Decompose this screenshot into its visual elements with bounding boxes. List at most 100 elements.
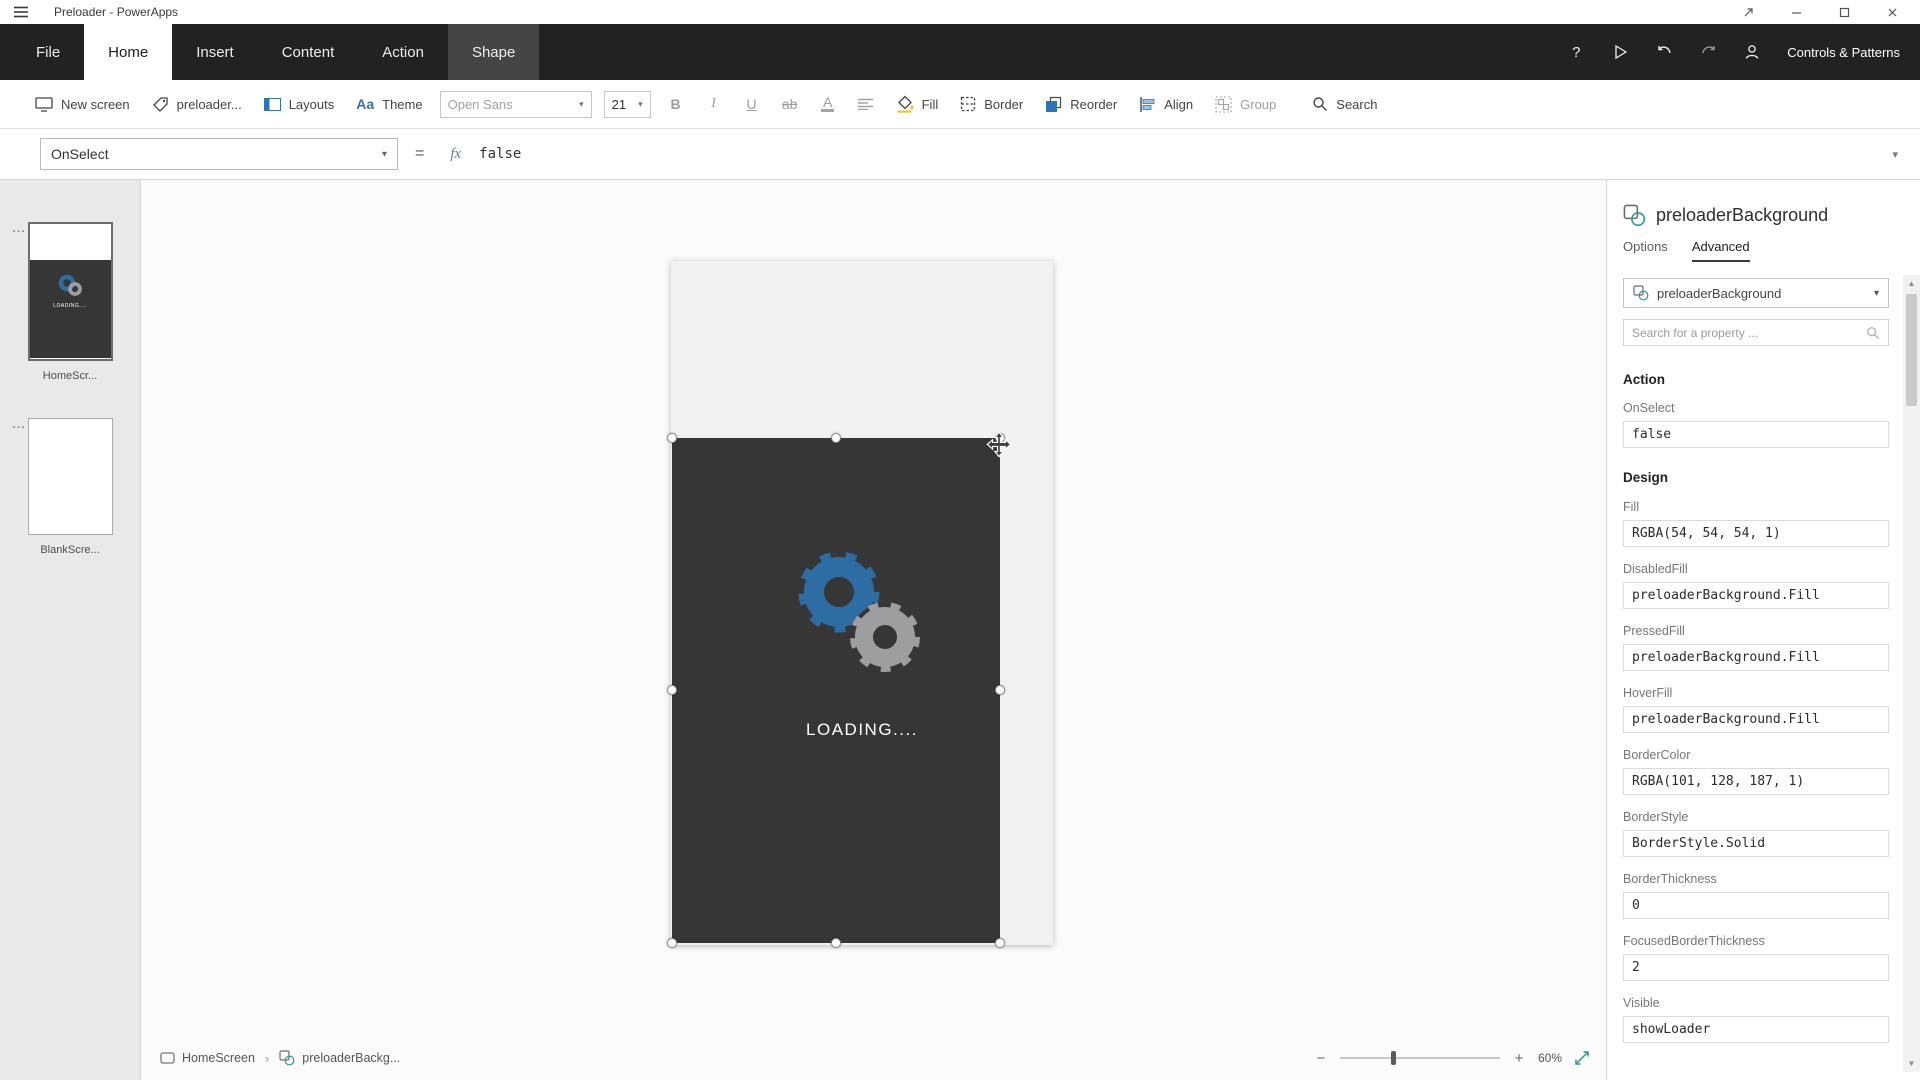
expand-formula-bar-button[interactable]: ▾ [1892, 148, 1898, 161]
scroll-up-button[interactable]: ▲ [1903, 275, 1920, 292]
italic-button[interactable]: I [695, 86, 733, 122]
formula-bar: OnSelect ▾ = fx false ▾ [0, 129, 1920, 180]
tab-advanced[interactable]: Advanced [1692, 239, 1750, 262]
tab-home-label: Home [108, 44, 148, 61]
font-size-select[interactable]: 21 ▾ [604, 91, 651, 118]
scroll-down-button[interactable]: ▼ [1903, 1055, 1920, 1072]
search-icon [1312, 96, 1328, 112]
screen-thumbnail[interactable]: LOADING.... [28, 222, 113, 361]
property-select[interactable]: OnSelect ▾ [40, 138, 398, 170]
property-label: FocusedBorderThickness [1623, 934, 1889, 948]
screen-thumbnail[interactable] [28, 418, 113, 535]
strikethrough-button[interactable]: ab [771, 86, 809, 122]
font-family-select[interactable]: Open Sans ▾ [440, 91, 592, 118]
screen-item-homescreen[interactable]: … LOADING.... HomeScr... [28, 222, 113, 382]
breadcrumb-screen[interactable]: HomeScreen [160, 1051, 255, 1065]
preloader-background-shape[interactable] [672, 438, 1000, 943]
screen-item-blankscreen[interactable]: … BlankScre... [28, 418, 113, 556]
bold-button[interactable]: B [657, 86, 695, 122]
rename-control-button[interactable]: preloader... [141, 86, 253, 122]
layouts-button[interactable]: Layouts [253, 86, 346, 122]
theme-label: Theme [382, 97, 422, 112]
property-label: Visible [1623, 996, 1889, 1010]
breadcrumb-control[interactable]: preloaderBackg... [279, 1050, 400, 1066]
tab-home[interactable]: Home [84, 24, 172, 80]
help-button[interactable]: ? [1567, 40, 1585, 64]
property-value-borderthickness[interactable]: 0 [1623, 892, 1889, 919]
formula-input[interactable]: false [479, 146, 521, 162]
group-button[interactable]: Group [1204, 86, 1287, 122]
layouts-label: Layouts [289, 97, 335, 112]
align-button[interactable]: Align [1128, 86, 1204, 122]
maximize-button[interactable] [1836, 4, 1852, 20]
vertical-scrollbar[interactable]: ▲ ▼ [1903, 275, 1920, 1072]
reorder-icon [1045, 96, 1062, 113]
monitor-icon [35, 96, 53, 112]
property-value-bordercolor[interactable]: RGBA(101, 128, 187, 1) [1623, 768, 1889, 795]
section-design: Design [1623, 470, 1889, 485]
selection-handle-n[interactable] [831, 433, 841, 443]
fx-icon: fx [450, 146, 461, 163]
new-screen-button[interactable]: New screen [24, 86, 141, 122]
control-selector-dropdown[interactable]: preloaderBackground ▾ [1623, 278, 1889, 308]
border-button[interactable]: Border [949, 86, 1034, 122]
property-value-pressedfill[interactable]: preloaderBackground.Fill [1623, 644, 1889, 671]
font-color-swatch [821, 109, 834, 112]
underline-button[interactable]: U [733, 86, 771, 122]
property-value-borderstyle[interactable]: BorderStyle.Solid [1623, 830, 1889, 857]
selection-handle-e[interactable] [995, 685, 1005, 695]
text-align-button[interactable] [847, 86, 885, 122]
reorder-button[interactable]: Reorder [1034, 86, 1128, 122]
tab-content[interactable]: Content [258, 24, 359, 80]
undo-button[interactable] [1655, 40, 1673, 64]
group-label: Group [1240, 97, 1276, 112]
more-options-button[interactable]: … [12, 222, 26, 232]
fit-to-window-button[interactable] [1574, 1050, 1590, 1066]
minimize-button[interactable] [1788, 4, 1804, 20]
font-color-button[interactable]: A [809, 86, 847, 122]
search-button[interactable]: Search [1301, 86, 1388, 122]
account-icon[interactable] [1743, 40, 1761, 64]
selected-control-title: preloaderBackground [1656, 205, 1828, 226]
play-button[interactable] [1611, 40, 1629, 64]
controls-patterns-toggle[interactable]: Controls & Patterns [1787, 45, 1900, 60]
border-label: Border [984, 97, 1023, 112]
zoom-slider-handle[interactable] [1391, 1051, 1396, 1065]
selection-handle-w[interactable] [667, 685, 677, 695]
tab-action[interactable]: Action [358, 24, 448, 80]
layouts-icon [264, 98, 281, 111]
zoom-in-button[interactable]: + [1512, 1050, 1526, 1067]
property-value-fill[interactable]: RGBA(54, 54, 54, 1) [1623, 520, 1889, 547]
window-title: Preloader - PowerApps [54, 5, 178, 19]
property-search [1623, 319, 1889, 346]
tab-options[interactable]: Options [1623, 239, 1668, 262]
property-label: Fill [1623, 500, 1889, 514]
tab-shape[interactable]: Shape [448, 24, 539, 80]
section-action: Action [1623, 372, 1889, 387]
scroll-thumb[interactable] [1906, 294, 1917, 406]
tab-insert[interactable]: Insert [172, 24, 258, 80]
canvas-status-bar: HomeScreen › preloaderBackg... − + 60% [141, 1036, 1606, 1080]
property-value-focusedborderthickness[interactable]: 2 [1623, 954, 1889, 981]
selection-handle-sw[interactable] [667, 938, 677, 948]
tab-file[interactable]: File [12, 24, 84, 80]
selection-handle-nw[interactable] [667, 433, 677, 443]
more-options-button[interactable]: … [12, 418, 26, 428]
zoom-slider[interactable] [1340, 1057, 1500, 1059]
property-search-input[interactable] [1632, 326, 1866, 340]
close-button[interactable] [1884, 4, 1900, 20]
property-value-hoverfill[interactable]: preloaderBackground.Fill [1623, 706, 1889, 733]
hamburger-menu-icon[interactable] [10, 3, 32, 21]
redo-button[interactable] [1699, 40, 1717, 64]
property-label: BorderColor [1623, 748, 1889, 762]
selection-handle-se[interactable] [995, 938, 1005, 948]
selection-handle-s[interactable] [831, 938, 841, 948]
fill-button[interactable]: Fill [885, 86, 950, 122]
theme-button[interactable]: Aa Theme [345, 86, 433, 122]
property-value-disabledfill[interactable]: preloaderBackground.Fill [1623, 582, 1889, 609]
popout-button[interactable] [1740, 4, 1756, 20]
property-value-visible[interactable]: showLoader [1623, 1016, 1889, 1043]
property-value-onselect[interactable]: false [1623, 421, 1889, 448]
zoom-out-button[interactable]: − [1314, 1050, 1328, 1067]
search-label: Search [1336, 97, 1377, 112]
